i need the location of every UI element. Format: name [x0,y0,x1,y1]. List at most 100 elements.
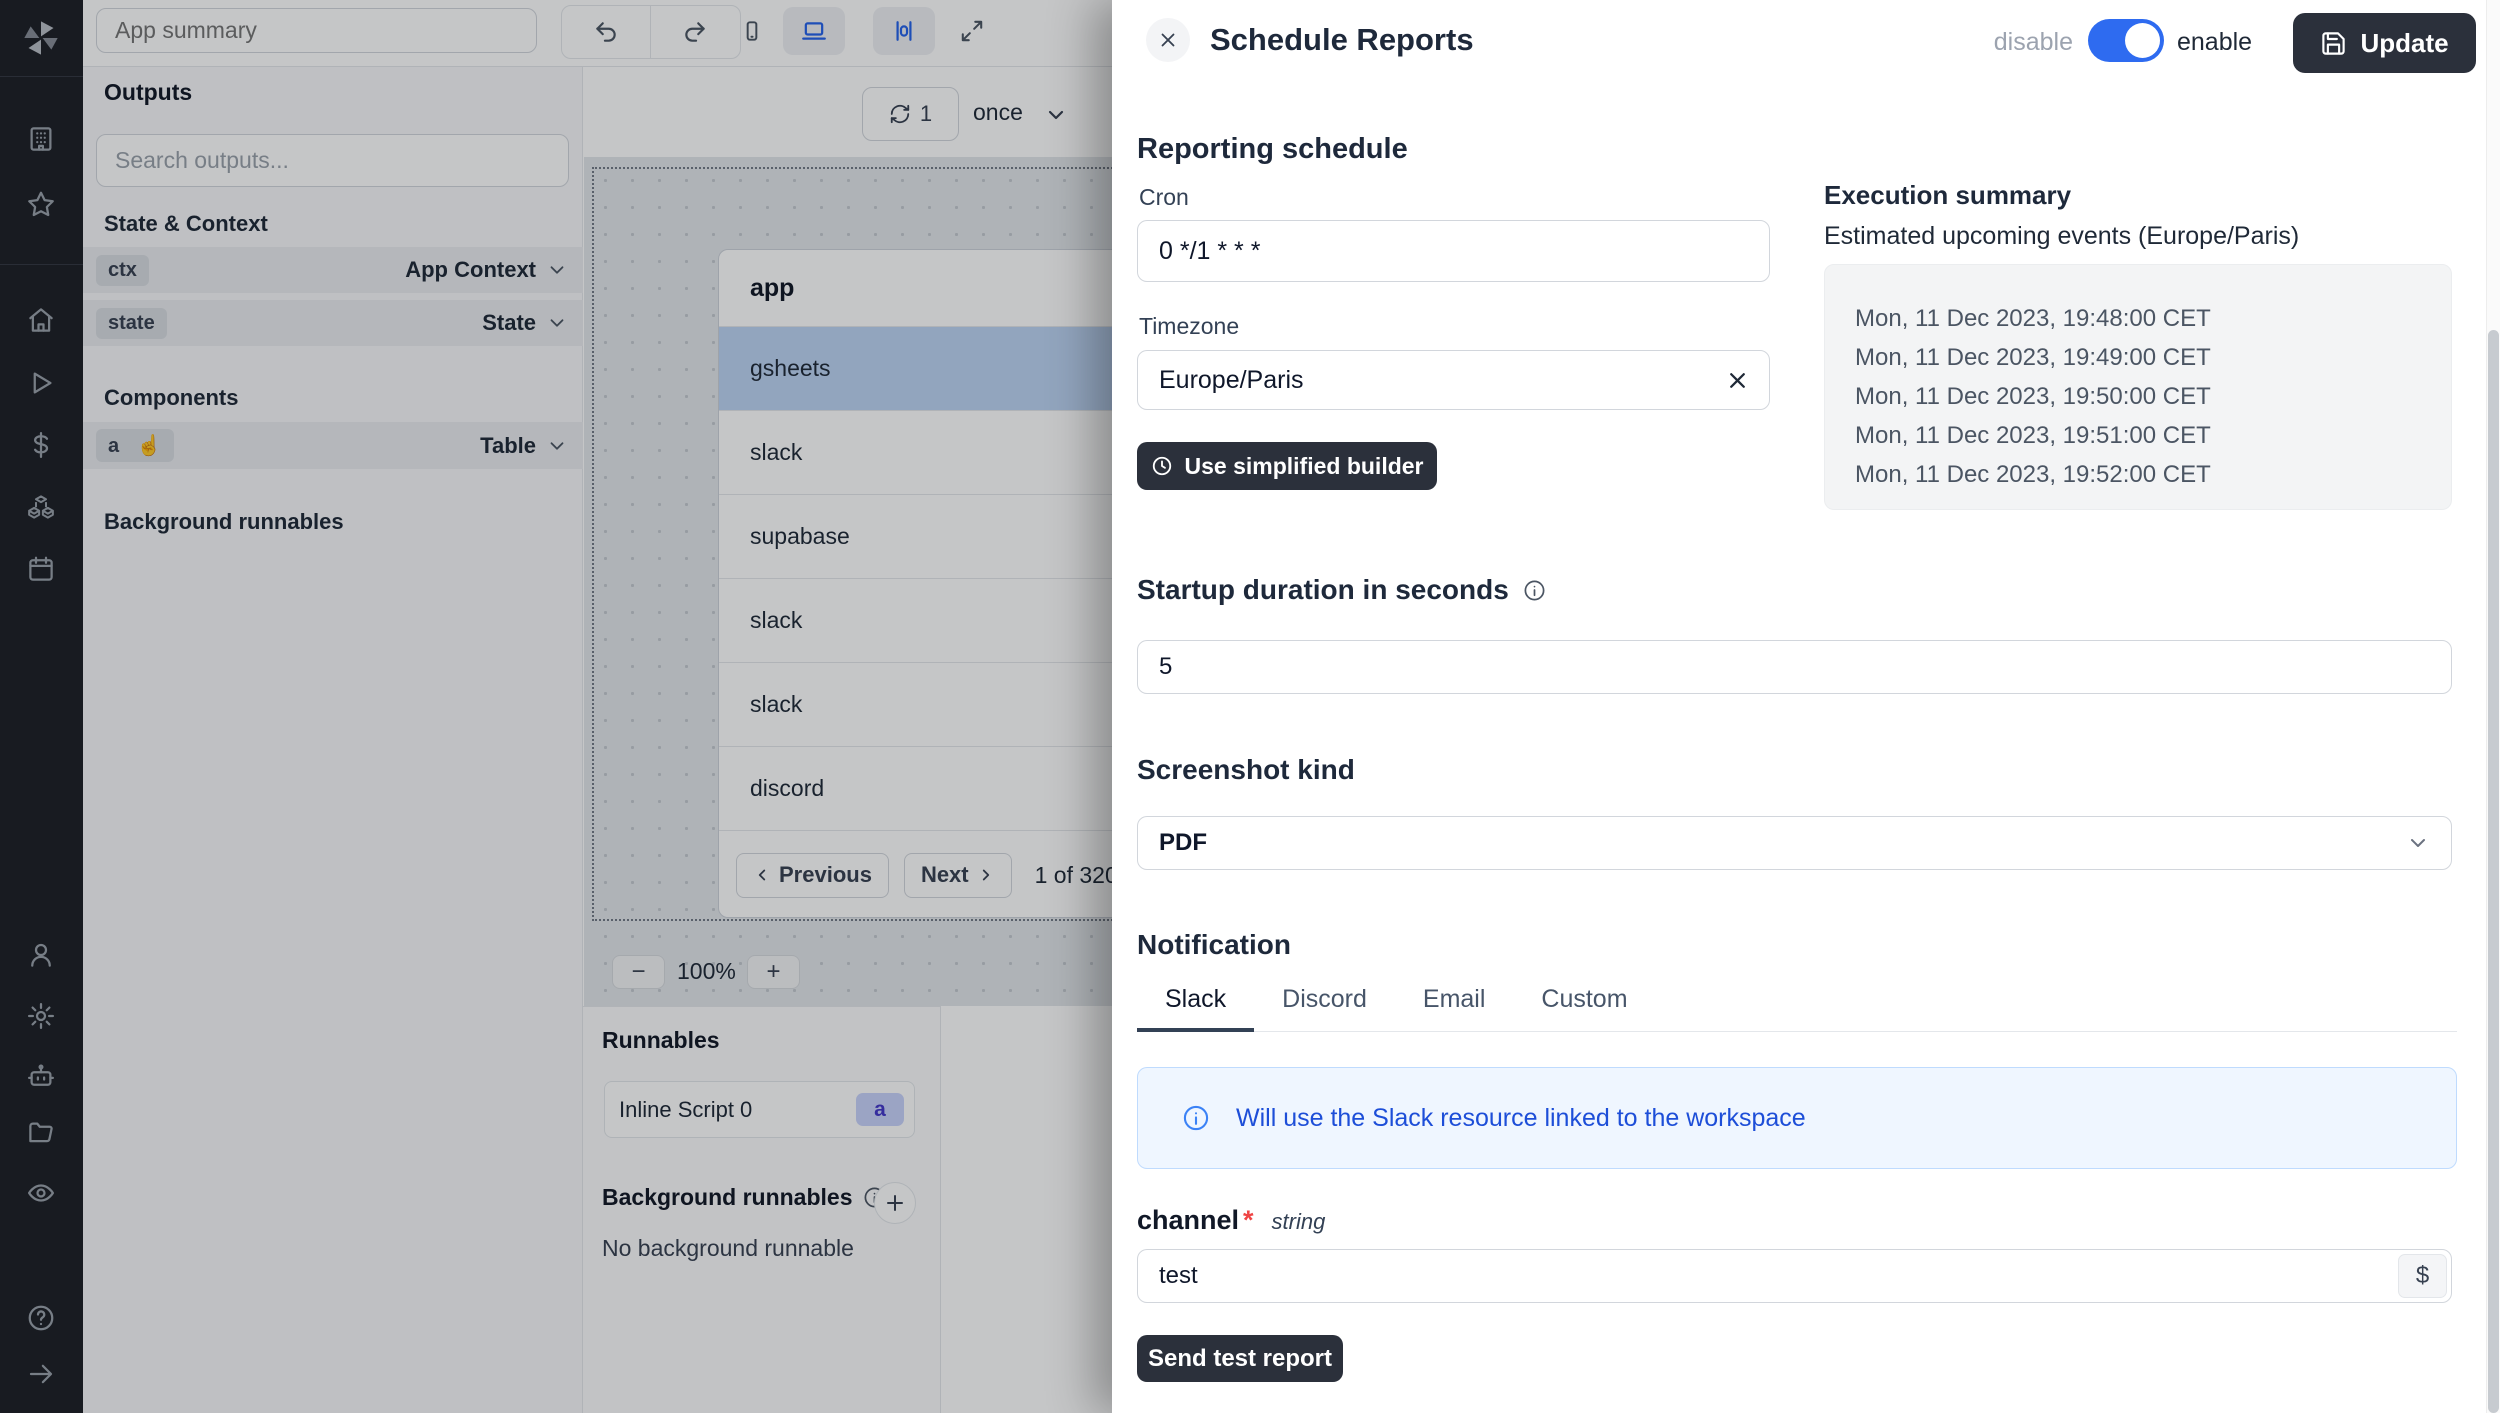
refresh-count-box[interactable]: 1 [862,87,959,141]
notification-heading: Notification [1137,929,1291,961]
clear-timezone-icon[interactable] [1725,368,1750,393]
background-runnables-heading: Background runnables [602,1184,852,1211]
scrollbar-thumb[interactable] [2488,330,2499,1413]
output-row-table-a[interactable]: a ☝ Table [83,422,583,469]
chevron-down-icon[interactable] [546,312,568,334]
channel-type-label: string [1272,1209,1326,1235]
table-title-row: app [719,250,1157,327]
windmill-logo-icon[interactable] [21,18,61,58]
tab-slack[interactable]: Slack [1137,985,1254,1032]
plus-icon [883,1191,907,1215]
chevron-down-icon[interactable] [546,259,568,281]
table-row[interactable]: slack [719,411,1157,495]
event-line: Mon, 11 Dec 2023, 19:48:00 CET [1855,299,2451,338]
chevron-down-icon [2406,831,2430,855]
search-outputs-input[interactable] [96,134,569,187]
desktop-view-button[interactable] [783,7,845,55]
channel-input[interactable] [1137,1249,2452,1303]
add-background-runnable-button[interactable] [874,1182,916,1224]
slack-info-banner: Will use the Slack resource linked to th… [1137,1067,2457,1169]
page-info: 1 of 320 [1035,862,1118,889]
info-icon [1523,579,1546,602]
chevron-down-icon[interactable] [1044,103,1068,127]
notification-tabs: Slack Discord Email Custom [1137,985,2457,1032]
channel-field: $ [1137,1249,2452,1303]
table-type-label: Table [480,433,536,459]
screenshot-kind-select[interactable]: PDF [1137,816,2452,870]
state-badge: state [96,308,167,339]
undo-button[interactable] [562,6,650,58]
schedules-calendar-icon[interactable] [26,554,56,584]
variables-dollar-icon[interactable] [26,430,56,460]
reporting-schedule-heading: Reporting schedule [1137,133,1408,166]
tab-email[interactable]: Email [1395,985,1514,1032]
center-align-button[interactable] [873,7,935,55]
app-summary-input[interactable] [96,8,537,53]
simplified-builder-button[interactable]: Use simplified builder [1137,442,1437,490]
zoom-in-button[interactable]: + [747,955,800,989]
workers-robot-icon[interactable] [26,1061,56,1091]
help-icon[interactable] [26,1303,56,1333]
startup-duration-input[interactable] [1137,640,2452,694]
tab-discord[interactable]: Discord [1254,985,1395,1032]
timezone-label: Timezone [1139,313,1239,340]
close-drawer-button[interactable] [1146,18,1190,62]
collapse-arrow-icon[interactable] [26,1359,56,1389]
laptop-icon [800,17,828,45]
cron-label: Cron [1139,184,1189,211]
user-icon[interactable] [26,940,56,970]
drawer-title: Schedule Reports [1210,22,1474,58]
next-page-button[interactable]: Next [904,853,1012,898]
runnable-name: Inline Script 0 [619,1097,752,1123]
main-sidebar [0,0,83,1413]
enable-toggle[interactable] [2088,19,2164,62]
output-row-state[interactable]: state State [83,300,583,346]
expand-icon [959,18,985,44]
chevron-right-icon [977,866,995,884]
cron-input[interactable] [1137,220,1770,282]
zoom-level: 100% [677,958,730,985]
table-pagination: Previous Next 1 of 320 [719,831,1157,918]
drawer-scrollbar[interactable] [2486,0,2500,1413]
mobile-view-button[interactable] [728,7,776,55]
tab-custom[interactable]: Custom [1513,985,1655,1032]
table-row[interactable]: slack [719,663,1157,747]
table-row[interactable]: supabase [719,495,1157,579]
timezone-input[interactable] [1137,350,1770,410]
app-window: Outputs State & Context ctx App Context … [0,0,2500,1413]
justify-center-icon [890,17,918,45]
logs-eye-icon[interactable] [26,1178,56,1208]
table-component[interactable]: app gsheets slack supabase slack slack d… [718,249,1158,918]
toggle-enable-label: enable [2177,28,2252,57]
previous-page-button[interactable]: Previous [736,853,889,898]
fullscreen-button[interactable] [948,7,996,55]
toggle-disable-label: disable [1967,28,2073,57]
table-row[interactable]: gsheets [719,327,1157,411]
refresh-count: 1 [920,101,932,127]
required-asterisk: * [1243,1205,1254,1236]
insert-variable-button[interactable]: $ [2398,1254,2447,1298]
table-row[interactable]: slack [719,579,1157,663]
table-row[interactable]: discord [719,747,1157,831]
send-test-report-button[interactable]: Send test report [1137,1335,1343,1382]
folders-icon[interactable] [26,1118,56,1148]
editor-topbar [83,0,1112,67]
resources-boxes-icon[interactable] [26,492,56,522]
output-row-ctx[interactable]: ctx App Context [83,247,583,293]
home-icon[interactable] [26,305,56,335]
workspace-building-icon[interactable] [26,124,56,154]
favorites-star-icon[interactable] [26,189,56,219]
settings-gear-icon[interactable] [26,1001,56,1031]
redo-button[interactable] [650,6,739,58]
chevron-down-icon[interactable] [546,435,568,457]
refresh-icon [889,103,911,125]
update-button[interactable]: Update [2293,13,2476,73]
redo-icon [682,19,708,45]
zoom-out-button[interactable]: − [612,955,665,989]
refresh-mode-select[interactable]: once [973,99,1023,126]
runnable-item[interactable]: Inline Script 0 a [604,1081,915,1138]
screenshot-kind-heading: Screenshot kind [1137,754,1355,786]
event-line: Mon, 11 Dec 2023, 19:50:00 CET [1855,377,2451,416]
runnables-title: Runnables [602,1027,720,1054]
runs-play-icon[interactable] [26,368,56,398]
